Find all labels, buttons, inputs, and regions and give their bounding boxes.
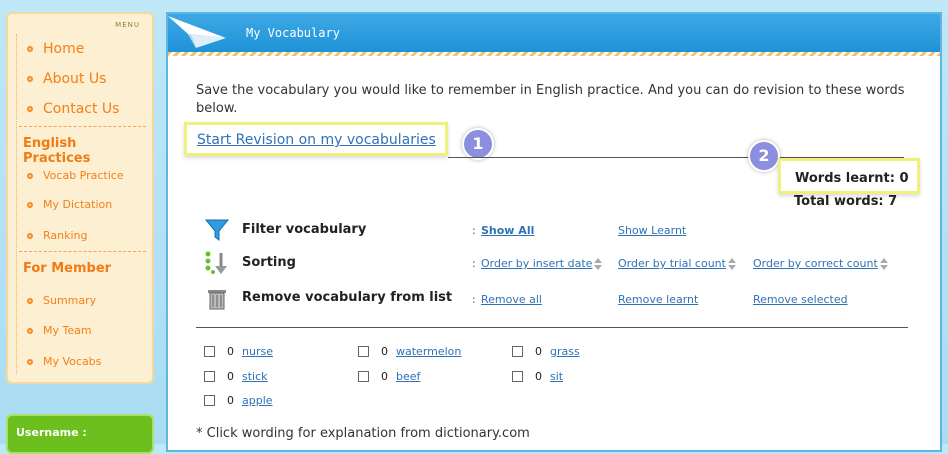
- menu-item-about-us[interactable]: About Us: [17, 71, 106, 87]
- trash-can-icon: [208, 290, 226, 310]
- bullet-icon: [27, 172, 33, 179]
- word-checkbox[interactable]: [204, 395, 215, 406]
- menu-list: Home About Us Contact Us English Practic…: [16, 34, 146, 374]
- bullet-icon: [27, 76, 33, 82]
- remove-all-link[interactable]: Remove all: [481, 293, 542, 306]
- word-link[interactable]: grass: [550, 345, 580, 358]
- word-item: 0 watermelon: [358, 345, 461, 358]
- order-by-correct-count-link[interactable]: Order by correct count: [753, 257, 888, 270]
- bullet-icon: [27, 106, 33, 112]
- remove-colon: :: [472, 293, 476, 306]
- filter-label: Filter vocabulary: [242, 222, 367, 237]
- word-count: 0: [227, 394, 234, 407]
- word-checkbox[interactable]: [358, 371, 369, 382]
- word-item: 0 apple: [204, 394, 273, 407]
- order-by-insert-date-label: Order by insert date: [481, 257, 593, 270]
- remove-learnt-link[interactable]: Remove learnt: [618, 293, 698, 306]
- intro-text: Save the vocabulary you would like to re…: [196, 83, 905, 116]
- word-link[interactable]: nurse: [242, 345, 273, 358]
- menu-item-my-team[interactable]: My Team: [17, 324, 92, 337]
- menu-tag: MENU: [115, 21, 140, 29]
- menu-item-vocab-practice[interactable]: Vocab Practice: [17, 169, 124, 182]
- word-count: 0: [227, 370, 234, 383]
- revision-highlight: Start Revision on my vocabularies: [184, 122, 448, 156]
- bullet-icon: [27, 297, 33, 304]
- word-item: 0 beef: [358, 370, 420, 383]
- menu-item-contact-us[interactable]: Contact Us: [17, 101, 119, 117]
- sort-arrows-icon: [594, 258, 603, 270]
- word-checkbox[interactable]: [204, 371, 215, 382]
- order-by-trial-count-label: Order by trial count: [618, 257, 726, 270]
- word-count: 0: [381, 370, 388, 383]
- page-title: My Vocabulary: [246, 26, 340, 40]
- word-link[interactable]: watermelon: [396, 345, 461, 358]
- word-item: 0 nurse: [204, 345, 273, 358]
- bullet-icon: [27, 46, 33, 52]
- word-checkbox[interactable]: [358, 346, 369, 357]
- word-link[interactable]: stick: [242, 370, 268, 383]
- word-checkbox[interactable]: [512, 346, 523, 357]
- step-badge-1: 1: [462, 128, 494, 160]
- sorting-label: Sorting: [242, 255, 296, 270]
- username-label: Username :: [16, 426, 87, 439]
- menu-item-ranking[interactable]: Ranking: [17, 229, 88, 242]
- word-item: 0 stick: [204, 370, 268, 383]
- remove-label: Remove vocabulary from list: [242, 290, 453, 305]
- filter-colon: :: [472, 224, 476, 237]
- sorting-colon: :: [472, 257, 476, 270]
- sort-arrows-icon: [727, 258, 736, 270]
- word-link[interactable]: beef: [396, 370, 420, 383]
- word-count: 0: [227, 345, 234, 358]
- filter-icon: [204, 219, 230, 241]
- remove-selected-link[interactable]: Remove selected: [753, 293, 848, 306]
- menu-separator: [19, 251, 146, 252]
- show-learnt-link[interactable]: Show Learnt: [618, 224, 686, 237]
- vocabulary-panel: My Vocabulary Save the vocabulary you wo…: [166, 12, 942, 452]
- word-link[interactable]: sit: [550, 370, 563, 383]
- word-count: 0: [535, 345, 542, 358]
- user-box: Username :: [6, 414, 154, 454]
- word-checkbox[interactable]: [512, 371, 523, 382]
- show-all-link[interactable]: Show All: [481, 224, 534, 237]
- footer-note: * Click wording for explanation from dic…: [196, 426, 530, 441]
- words-learnt-highlight: Words learnt: 0: [778, 158, 920, 194]
- start-revision-link[interactable]: Start Revision on my vocabularies: [197, 132, 436, 148]
- menu-item-my-vocabs[interactable]: My Vocabs: [17, 355, 101, 368]
- order-by-correct-count-label: Order by correct count: [753, 257, 878, 270]
- bullet-icon: [27, 232, 33, 239]
- step-badge-2: 2: [748, 140, 780, 172]
- section-title-member: For Member: [23, 261, 112, 276]
- menu-item-home[interactable]: Home: [17, 41, 84, 57]
- panel-header: My Vocabulary: [168, 14, 940, 52]
- words-learnt-count: Words learnt: 0: [795, 171, 909, 186]
- paper-plane-icon: [168, 16, 226, 48]
- bullet-icon: [27, 358, 33, 365]
- bullet-icon: [27, 201, 33, 208]
- word-link[interactable]: apple: [242, 394, 273, 407]
- sort-arrows-icon: [879, 258, 888, 270]
- menu-item-my-dictation[interactable]: My Dictation: [17, 198, 112, 211]
- menu-separator: [19, 126, 146, 127]
- menu-item-summary[interactable]: Summary: [17, 294, 96, 307]
- word-item: 0 sit: [512, 370, 563, 383]
- side-menu: MENU Home About Us Contact Us English Pr…: [6, 12, 154, 384]
- word-count: 0: [381, 345, 388, 358]
- word-item: 0 grass: [512, 345, 580, 358]
- sort-icon: [205, 251, 227, 274]
- word-checkbox[interactable]: [204, 346, 215, 357]
- header-stripe: [168, 52, 940, 56]
- order-by-trial-count-link[interactable]: Order by trial count: [618, 257, 736, 270]
- list-divider: [196, 327, 908, 328]
- total-words-count: Total words: 7: [794, 194, 898, 209]
- order-by-insert-date-link[interactable]: Order by insert date: [481, 257, 603, 270]
- word-count: 0: [535, 370, 542, 383]
- bullet-icon: [27, 327, 33, 334]
- section-title-practices: English Practices: [23, 136, 91, 166]
